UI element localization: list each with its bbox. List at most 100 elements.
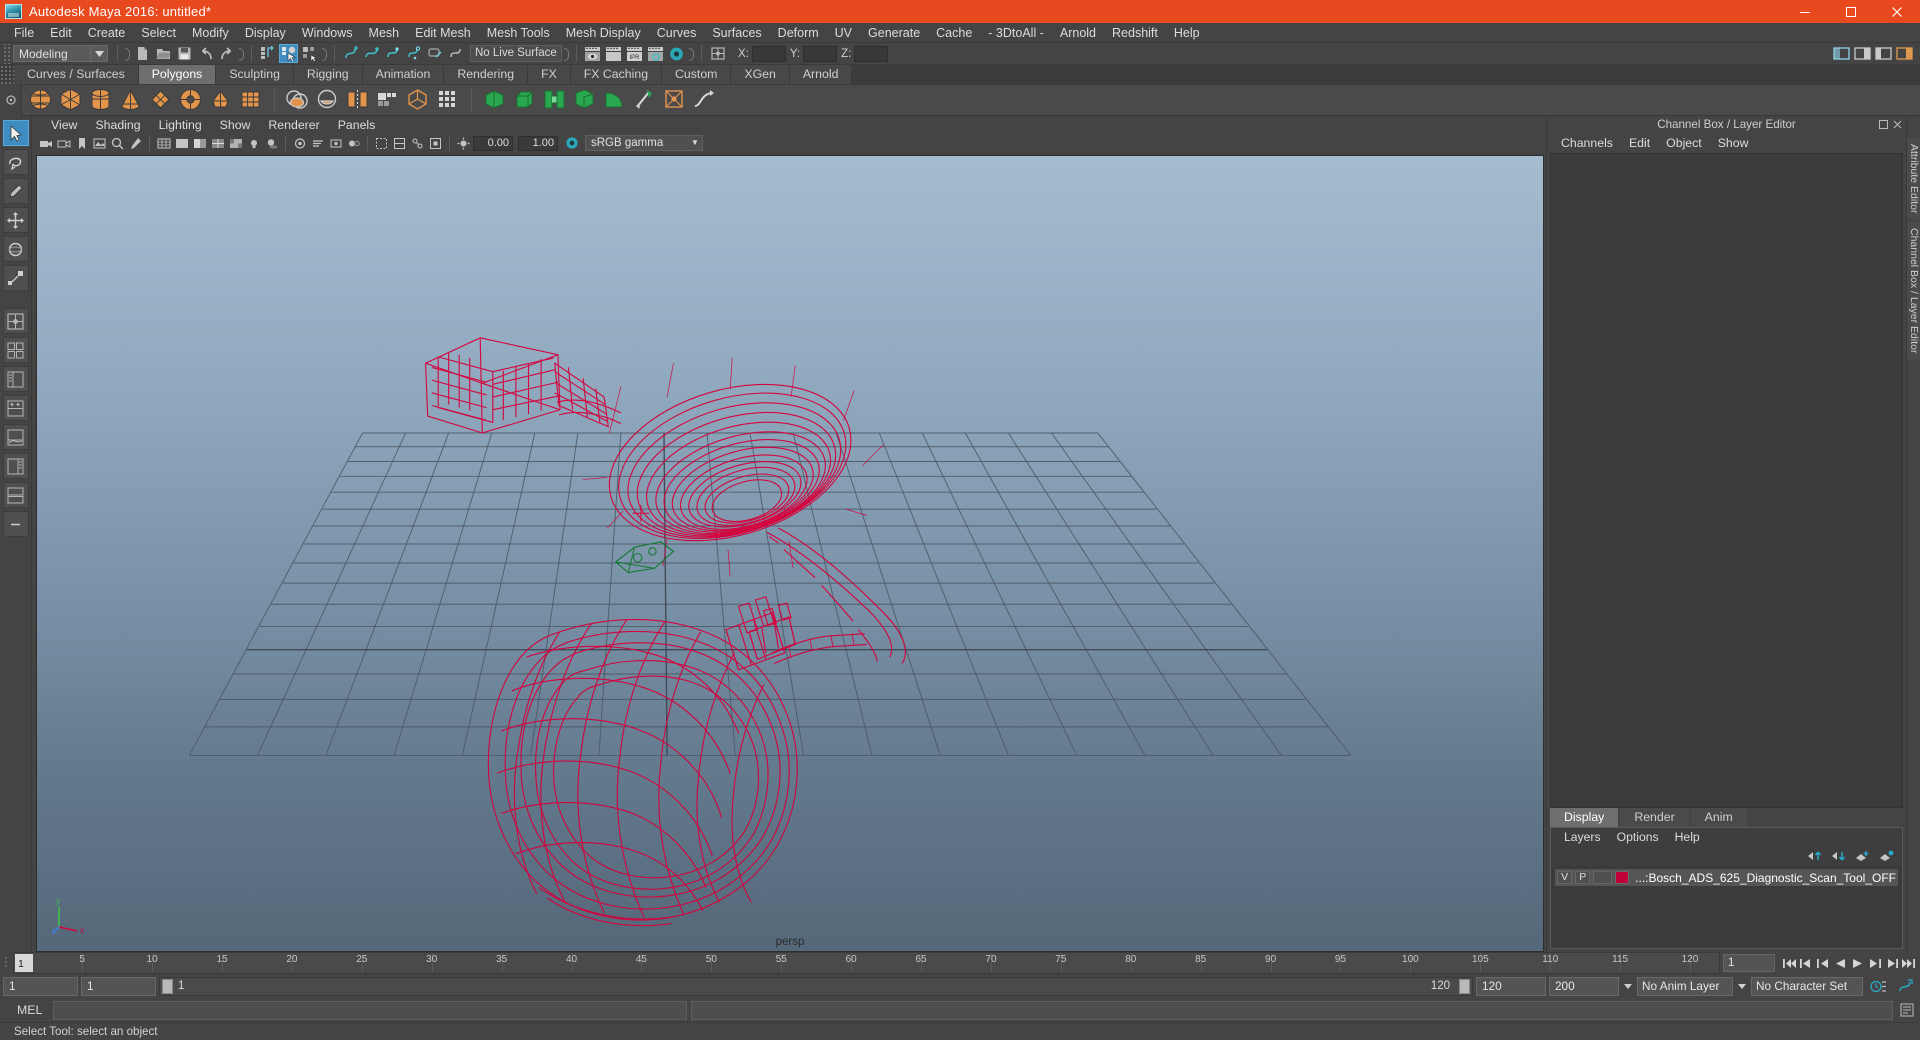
shelf-tab-sculpting[interactable]: Sculpting [216,65,294,84]
chevron-down-icon[interactable] [91,45,108,62]
toggle-attribute-editor-icon[interactable] [1853,44,1872,63]
isolate-select-icon[interactable] [373,135,390,152]
z-field[interactable] [854,45,889,62]
polygon-prism-icon[interactable] [208,87,234,113]
move-layer-down-icon[interactable] [1831,850,1846,862]
menu-cache[interactable]: Cache [928,23,980,43]
menu-surfaces[interactable]: Surfaces [704,23,769,43]
layer-name-label[interactable]: ...:Bosch_ADS_625_Diagnostic_Scan_Tool_O… [1635,871,1896,885]
make-live-icon[interactable] [446,44,465,63]
wireframe-on-shaded-icon[interactable] [209,135,226,152]
chevron-down-icon-2[interactable] [1736,983,1748,989]
menu-uv[interactable]: UV [827,23,860,43]
crease-tool-icon[interactable] [692,87,718,113]
move-tool-button[interactable] [2,207,29,233]
polygon-cylinder-icon[interactable] [88,87,114,113]
channel-box-table[interactable] [1550,153,1903,808]
menu-edit[interactable]: Edit [42,23,80,43]
toolbar-collapse-arrow[interactable] [124,46,131,62]
channelbox-menu-show[interactable]: Show [1710,136,1757,150]
animation-preferences-icon[interactable] [1866,979,1890,994]
step-forward-key-icon[interactable] [1866,954,1882,972]
go-to-start-icon[interactable] [1781,954,1797,972]
live-surface-field[interactable]: No Live Surface [470,45,562,62]
shelf-tab-polygons[interactable]: Polygons [138,65,217,84]
polygon-plane-icon[interactable] [148,87,174,113]
scale-tool-button[interactable] [2,265,29,291]
play-forwards-icon[interactable] [1849,954,1865,972]
close-panel-icon[interactable] [1893,120,1902,129]
xray-icon[interactable] [391,135,408,152]
screen-space-ao-icon[interactable] [291,135,308,152]
menu-windows[interactable]: Windows [294,23,361,43]
viewport-menu-show[interactable]: Show [211,118,260,132]
rotate-tool-button[interactable] [2,236,29,262]
menu-3dtoall[interactable]: - 3DtoAll - [980,23,1052,43]
character-set-icon[interactable] [1893,978,1917,994]
play-backwards-icon[interactable] [1832,954,1848,972]
tab-anim[interactable]: Anim [1690,808,1747,827]
render-sequence-icon[interactable] [604,44,623,63]
render-settings-icon[interactable] [646,44,665,63]
lasso-tool-button[interactable] [2,149,29,175]
tab-render[interactable]: Render [1620,808,1689,827]
polygon-cube-icon[interactable] [58,87,84,113]
step-back-frame-icon[interactable] [1798,954,1814,972]
boolean-union-icon[interactable] [285,87,311,113]
layer-menu-help[interactable]: Help [1667,830,1708,844]
anim-layer-selector[interactable]: No Anim Layer [1637,976,1733,996]
move-layer-up-icon[interactable] [1807,850,1822,862]
persp-graph-layout-button[interactable] [2,424,29,450]
menu-arnold[interactable]: Arnold [1052,23,1104,43]
mel-output-field[interactable] [690,1000,1893,1020]
minimize-icon[interactable] [1782,0,1828,23]
polygon-torus-icon[interactable] [178,87,204,113]
camera-attributes-icon[interactable] [55,135,72,152]
shelf-grip[interactable] [0,65,14,84]
gamma-field[interactable]: 1.00 [518,135,558,151]
paint-select-tool-button[interactable] [2,178,29,204]
save-scene-icon[interactable] [175,44,194,63]
toolbar-collapse-arrow-4[interactable] [563,46,570,62]
twoD-pan-zoom-icon[interactable] [109,135,126,152]
layer-playback-toggle[interactable]: P [1575,871,1591,884]
more-layouts-button[interactable] [2,511,29,537]
open-scene-icon[interactable] [154,44,173,63]
layer-list[interactable]: V P ...:Bosch_ADS_625_Diagnostic_Scan_To… [1551,866,1902,948]
polygon-pyramid-icon[interactable] [238,87,264,113]
y-field[interactable] [803,45,838,62]
new-layer-from-selected-icon[interactable] [1879,850,1894,862]
menu-generate[interactable]: Generate [860,23,928,43]
shelf-tab-arnold[interactable]: Arnold [789,65,853,84]
go-to-end-icon[interactable] [1900,954,1916,972]
range-end-handle[interactable] [1459,978,1470,994]
layer-visibility-toggle[interactable]: V [1557,871,1573,884]
time-slider-grip[interactable] [0,952,13,974]
shelf-tab-fx-caching[interactable]: FX Caching [570,65,663,84]
smooth-icon[interactable] [435,87,461,113]
menu-mesh-tools[interactable]: Mesh Tools [479,23,558,43]
menu-file[interactable]: File [6,23,42,43]
range-start-handle[interactable] [162,978,173,994]
single-perspective-layout-button[interactable] [2,308,29,334]
outliner-persp-layout-button[interactable] [2,366,29,392]
target-weld-icon[interactable] [662,87,688,113]
channelbox-menu-object[interactable]: Object [1658,136,1710,150]
select-hierarchy-icon[interactable] [258,44,277,63]
smooth-shade-selected-icon[interactable] [191,135,208,152]
new-layer-icon[interactable] [1855,850,1870,862]
two-pane-layout-button[interactable] [2,482,29,508]
append-polygon-icon[interactable] [572,87,598,113]
lighting-display-icon[interactable] [245,135,262,152]
extract-icon[interactable] [405,87,431,113]
toggle-channel-box-icon[interactable] [1895,44,1914,63]
select-tool-button[interactable] [2,120,29,146]
step-back-key-icon[interactable] [1815,954,1831,972]
extrude-icon[interactable] [482,87,508,113]
layer-menu-options[interactable]: Options [1609,830,1667,844]
shelf-tab-rigging[interactable]: Rigging [293,65,363,84]
tab-display[interactable]: Display [1550,808,1619,827]
layer-menu-layers[interactable]: Layers [1556,830,1609,844]
menu-curves[interactable]: Curves [649,23,705,43]
smooth-shade-all-icon[interactable] [173,135,190,152]
